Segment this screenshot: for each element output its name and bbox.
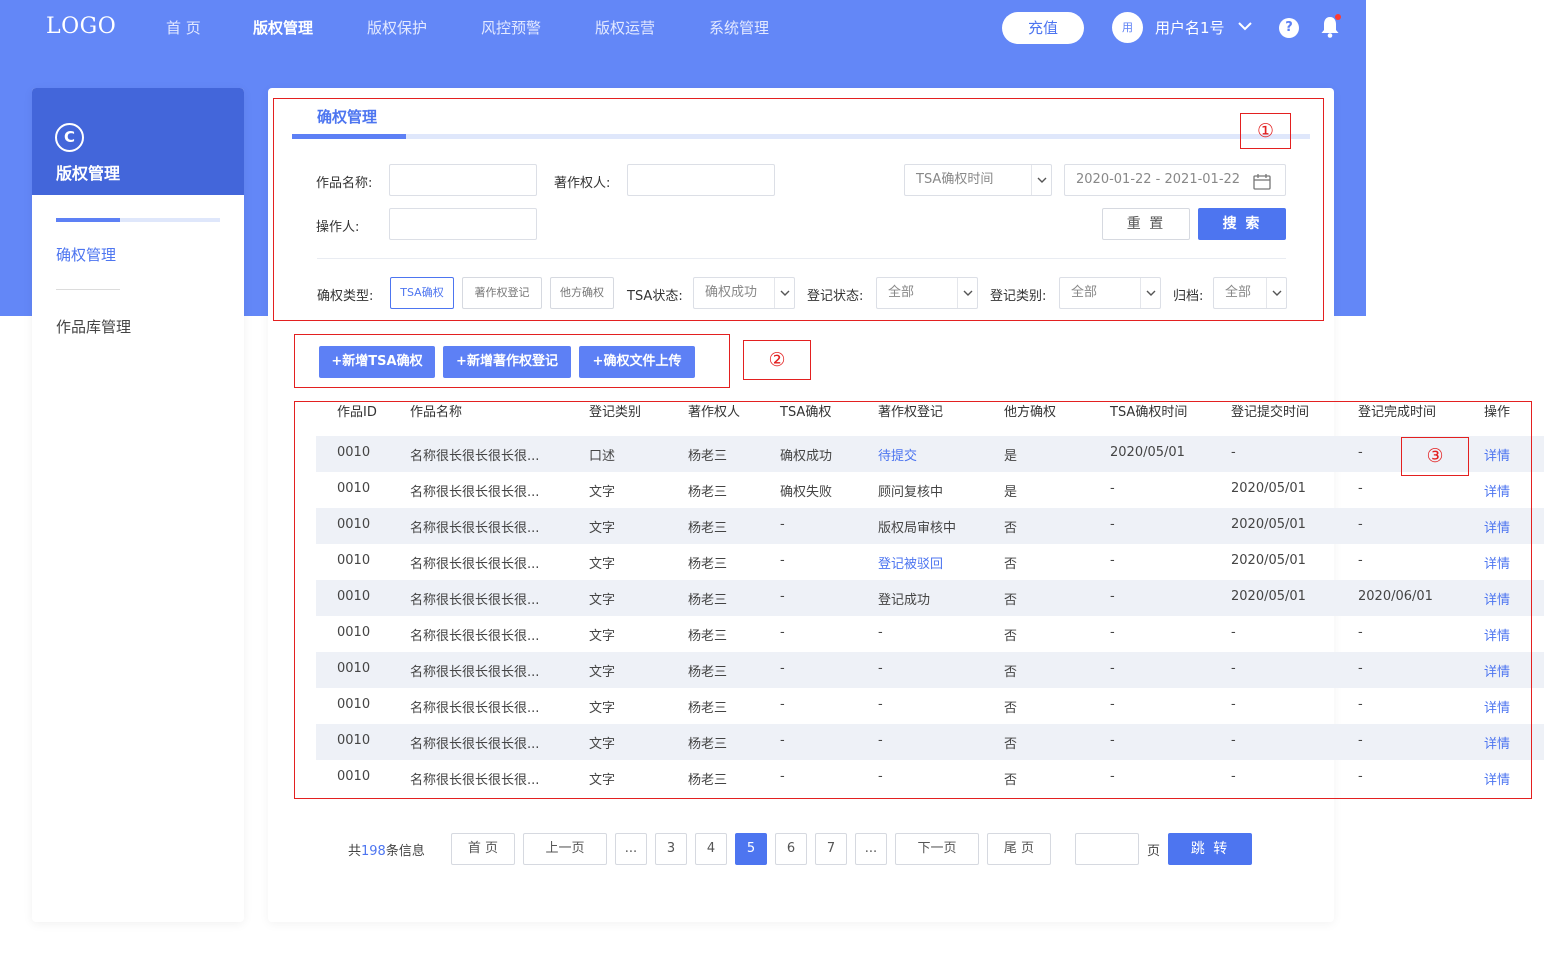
next-page-button[interactable]: 下一页 [895,833,979,865]
annotation-marker-2: ② [743,340,811,380]
username[interactable]: 用户名1号 [1155,17,1225,38]
nav-system-management[interactable]: 系统管理 [709,17,769,38]
sidebar-item-rights-confirmation[interactable]: 确权管理 [56,244,116,265]
recharge-button[interactable]: 充值 [1002,12,1084,44]
annotation-marker-3: ③ [1401,437,1469,476]
sidebar-header: C 版权管理 [32,88,244,195]
help-icon[interactable]: ? [1279,18,1299,38]
page-6-button[interactable]: 6 [775,833,807,865]
annotation-box-table [294,401,1532,799]
sidebar-indicator [56,218,220,222]
total-count: 198 [361,844,386,859]
nav-home[interactable]: 首 页 [166,17,201,38]
nav-copyright-operation[interactable]: 版权运营 [595,17,655,38]
sidebar: C 版权管理 确权管理 作品库管理 [32,88,244,922]
pagination-total: 共198条信息 [348,840,425,859]
bell-icon[interactable] [1318,14,1342,44]
annotation-box-filters [273,98,1324,321]
sidebar-divider [56,289,120,290]
copyright-icon: C [55,123,84,152]
total-prefix: 共 [348,844,362,859]
chevron-down-icon[interactable] [1237,18,1253,38]
page-3-button[interactable]: 3 [655,833,687,865]
total-suffix: 条信息 [385,844,425,859]
avatar[interactable]: 用 [1112,12,1143,43]
prev-page-button[interactable]: 上一页 [523,833,607,865]
nav-copyright-protection[interactable]: 版权保护 [367,17,427,38]
sidebar-title: 版权管理 [56,164,121,183]
page-5-button[interactable]: 5 [735,833,767,865]
first-page-button[interactable]: 首 页 [451,833,515,865]
page-7-button[interactable]: 7 [815,833,847,865]
page-number-input[interactable] [1075,833,1139,865]
annotation-box-actions [294,334,730,388]
logo[interactable]: LOGO [46,14,116,39]
nav-copyright-management[interactable]: 版权管理 [253,17,313,38]
annotation-marker-1: ① [1240,113,1291,149]
nav-risk-alert[interactable]: 风控预警 [481,17,541,38]
last-page-button[interactable]: 尾 页 [987,833,1051,865]
page-4-button[interactable]: 4 [695,833,727,865]
page-ellipsis[interactable]: ... [615,833,647,865]
page-ellipsis[interactable]: ... [855,833,887,865]
jump-button[interactable]: 跳 转 [1168,833,1252,865]
sidebar-item-works-library[interactable]: 作品库管理 [56,316,131,337]
page-unit-label: 页 [1147,844,1161,859]
